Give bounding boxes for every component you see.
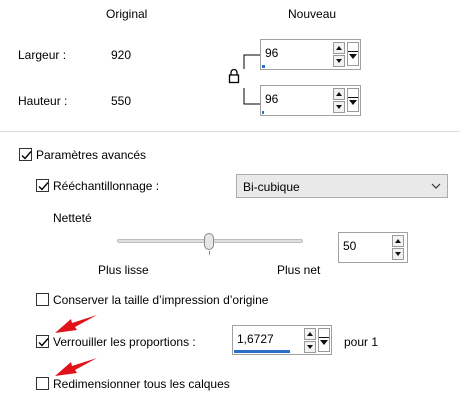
chevron-down-icon <box>431 183 441 189</box>
ratio-increment-button[interactable] <box>304 328 316 340</box>
height-stepper[interactable] <box>333 88 345 114</box>
sharpness-decrement-button[interactable] <box>392 248 404 260</box>
sharpness-increment-button[interactable] <box>392 235 404 247</box>
resample-checkbox[interactable] <box>36 179 49 192</box>
resample-method-select[interactable]: Bi-cubique <box>236 174 448 198</box>
new-column-header: Nouveau <box>288 7 337 21</box>
sharpness-max-label: Plus net <box>277 263 321 277</box>
sharpness-slider[interactable] <box>117 233 303 255</box>
sharpness-slider-thumb[interactable] <box>204 233 214 250</box>
width-unit-dropdown[interactable] <box>347 42 359 66</box>
advanced-settings-checkbox[interactable] <box>19 148 32 161</box>
sharpness-min-label: Plus lisse <box>98 263 149 277</box>
red-arrow-icon <box>55 315 97 333</box>
resize-layers-checkbox[interactable] <box>36 377 49 390</box>
resample-label: Rééchantillonnage : <box>53 179 160 193</box>
ratio-stepper[interactable] <box>304 328 316 354</box>
ratio-suffix: pour 1 <box>344 335 379 349</box>
sharpness-slider-tick <box>209 251 210 255</box>
ratio-decrement-button[interactable] <box>304 341 316 353</box>
sharpness-spinner[interactable]: 50 <box>338 232 408 263</box>
original-column-header: Original <box>106 7 148 21</box>
resize-layers-label: Redimensionner tous les calques <box>53 377 230 391</box>
sharpness-value: 50 <box>343 239 357 253</box>
keep-print-size-checkbox[interactable] <box>36 293 49 306</box>
width-original-value: 920 <box>111 48 132 62</box>
width-label: Largeur : <box>18 48 67 62</box>
lock-proportions-label: Verrouiller les proportions : <box>53 335 196 349</box>
advanced-settings-label: Paramètres avancés <box>36 148 147 162</box>
height-increment-button[interactable] <box>333 88 345 100</box>
height-original-value: 550 <box>111 94 132 108</box>
height-decrement-button[interactable] <box>333 101 345 113</box>
width-decrement-button[interactable] <box>333 55 345 67</box>
height-value: 96 <box>265 92 279 106</box>
ratio-value-underline <box>234 350 290 353</box>
separator <box>0 131 460 132</box>
width-spinner[interactable]: 96 <box>260 39 361 70</box>
height-unit-dropdown[interactable] <box>347 88 359 112</box>
ratio-dropdown[interactable] <box>318 328 330 352</box>
width-stepper[interactable] <box>333 42 345 68</box>
lock-icon[interactable] <box>228 68 240 84</box>
sharpness-label: Netteté <box>53 211 92 225</box>
height-spinner[interactable]: 96 <box>260 85 361 116</box>
height-value-underline <box>262 111 264 114</box>
resample-method-value: Bi-cubique <box>243 180 300 194</box>
ratio-spinner[interactable]: 1,6727 <box>232 325 332 355</box>
width-value-underline <box>262 65 265 68</box>
sharpness-stepper[interactable] <box>392 235 404 261</box>
lock-proportions-checkbox[interactable] <box>36 335 49 348</box>
ratio-value: 1,6727 <box>237 332 274 346</box>
height-label: Hauteur : <box>18 94 68 108</box>
keep-print-size-label: Conserver la taille d’impression d’origi… <box>53 293 269 307</box>
width-value: 96 <box>265 46 279 60</box>
width-increment-button[interactable] <box>333 42 345 54</box>
